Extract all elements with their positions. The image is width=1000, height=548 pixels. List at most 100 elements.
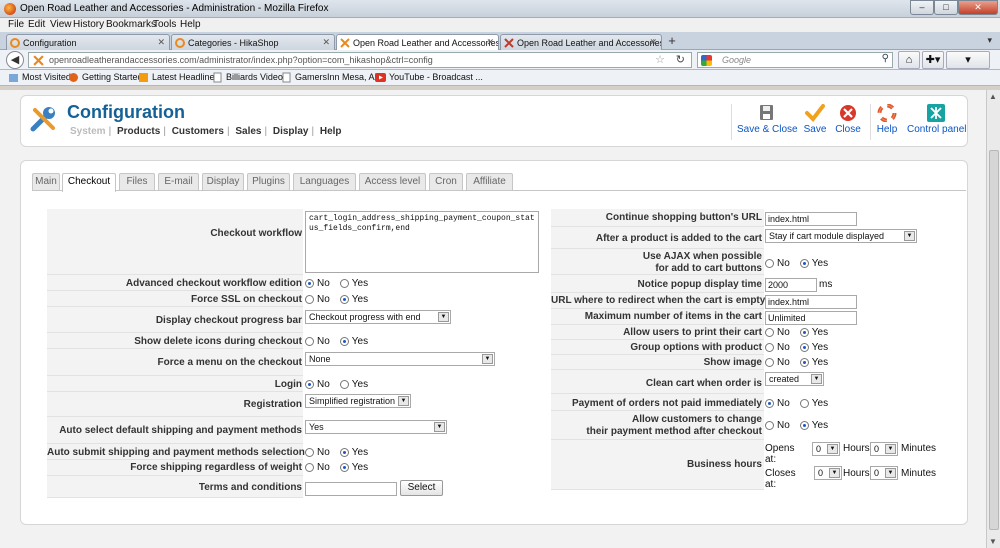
back-button[interactable]: ◀	[6, 51, 24, 69]
tab-files[interactable]: Files	[119, 173, 155, 190]
continue-url-input[interactable]: index.html	[765, 212, 857, 226]
menu-tools[interactable]: Tools	[153, 19, 176, 30]
bookmark-latest-headlines[interactable]: Latest Headlines	[138, 72, 219, 82]
force-ssl-yes[interactable]	[339, 295, 349, 304]
close-tab-icon[interactable]: ✕	[486, 37, 494, 48]
open-hour-select[interactable]: 0 ▼	[812, 442, 840, 456]
tab-cron[interactable]: Cron	[429, 173, 463, 190]
tab-checkout[interactable]: Checkout	[62, 173, 116, 192]
url-bar[interactable]: openroadleatherandaccessories.com/admini…	[28, 52, 692, 68]
force-ssl-no[interactable]	[305, 295, 314, 304]
terms-input[interactable]	[305, 482, 397, 496]
bookmark-youtube[interactable]: YouTube - Broadcast ...	[375, 72, 483, 82]
ajax-no[interactable]	[765, 259, 774, 268]
registration-select[interactable]: Simplified registration ▼	[305, 394, 411, 408]
menu-view[interactable]: View	[50, 19, 72, 30]
group-options-no[interactable]	[765, 343, 774, 352]
max-items-input[interactable]: Unlimited	[765, 311, 857, 325]
force-shipping-no[interactable]	[305, 463, 314, 472]
after-add-select[interactable]: Stay if cart module displayed ▼	[765, 229, 917, 243]
addon-button[interactable]: ▾	[946, 51, 990, 69]
auto-submit-yes[interactable]	[339, 448, 349, 457]
close-hour-select[interactable]: 0 ▼	[814, 466, 842, 480]
list-tabs-icon[interactable]: ▾	[987, 35, 992, 46]
select-terms-button[interactable]: Select	[400, 480, 443, 496]
close-button[interactable]: Close	[833, 104, 863, 135]
bookmark-billiards[interactable]: Billiards Videos	[212, 72, 287, 83]
browser-tab-categories[interactable]: Categories - HikaShop ✕	[171, 34, 335, 50]
search-input[interactable]: Google ⚲	[697, 52, 893, 68]
auto-submit-no[interactable]	[305, 448, 314, 457]
menu-help[interactable]: Help	[180, 19, 201, 30]
bookmark-star-icon[interactable]: ☆	[655, 53, 665, 66]
change-payment-no[interactable]	[765, 421, 774, 430]
payment-not-paid-yes[interactable]	[799, 399, 809, 408]
delete-icons-yes[interactable]	[339, 337, 349, 346]
open-minute-select[interactable]: 0 ▼	[870, 442, 898, 456]
scrollbar-thumb[interactable]	[989, 150, 999, 530]
advanced-workflow-yes[interactable]	[339, 279, 349, 288]
print-cart-yes[interactable]	[799, 328, 809, 337]
force-shipping-yes[interactable]	[339, 463, 349, 472]
close-window-button[interactable]: ✕	[958, 0, 998, 15]
submenu-products[interactable]: Products	[117, 126, 160, 137]
bookmark-getting-started[interactable]: Getting Started	[68, 72, 143, 82]
checkout-workflow-textarea[interactable]: cart_login_address_shipping_payment_coup…	[305, 211, 539, 273]
login-no[interactable]	[305, 380, 314, 389]
control-panel-button[interactable]: Control panel	[907, 104, 966, 135]
scroll-up-icon[interactable]: ▲	[989, 92, 997, 101]
tab-email[interactable]: E-mail	[158, 173, 199, 190]
advanced-workflow-no[interactable]	[305, 279, 314, 288]
tab-affiliate[interactable]: Affiliate	[466, 173, 513, 190]
home-icon[interactable]: ⌂	[898, 51, 920, 69]
tools-icon[interactable]: ✚▾	[922, 51, 944, 69]
ajax-yes[interactable]	[799, 259, 809, 268]
tab-access-level[interactable]: Access level	[359, 173, 426, 190]
minimize-button[interactable]: –	[910, 0, 934, 15]
maximize-button[interactable]: □	[934, 0, 958, 15]
save-close-button[interactable]: Save & Close	[737, 104, 798, 135]
submenu-help[interactable]: Help	[320, 126, 342, 137]
page-scrollbar[interactable]: ▲ ▼	[986, 90, 1000, 548]
tab-languages[interactable]: Languages	[293, 173, 356, 190]
browser-tab-admin[interactable]: Open Road Leather and Accessories -... ✕	[500, 34, 662, 50]
redirect-url-input[interactable]: index.html	[765, 295, 857, 309]
submenu-system[interactable]: System	[70, 126, 106, 137]
menu-bookmarks[interactable]: Bookmarks	[106, 19, 156, 30]
bookmark-most-visited[interactable]: Most Visited	[8, 72, 71, 82]
payment-not-paid-no[interactable]	[765, 399, 774, 408]
print-cart-no[interactable]	[765, 328, 774, 337]
delete-icons-no[interactable]	[305, 337, 314, 346]
browser-tab-configuration[interactable]: Configuration ✕	[6, 34, 170, 50]
force-menu-select[interactable]: None ▼	[305, 352, 495, 366]
login-yes[interactable]	[339, 380, 349, 389]
close-tab-icon[interactable]: ✕	[157, 37, 165, 48]
submenu-display[interactable]: Display	[273, 126, 309, 137]
reload-icon[interactable]: ↻	[676, 53, 685, 66]
save-button[interactable]: Save	[800, 104, 830, 135]
menu-history[interactable]: History	[73, 19, 104, 30]
clean-cart-select[interactable]: created ▼	[765, 372, 824, 386]
progress-bar-select[interactable]: Checkout progress with end ▼	[305, 310, 451, 324]
tab-display[interactable]: Display	[202, 173, 244, 190]
bookmark-gamersinn[interactable]: GamersInn Mesa, AZ -	[281, 72, 386, 83]
popup-time-input[interactable]: 2000	[765, 278, 817, 292]
submenu-customers[interactable]: Customers	[172, 126, 224, 137]
auto-select-select[interactable]: Yes ▼	[305, 420, 447, 434]
close-minute-select[interactable]: 0 ▼	[870, 466, 898, 480]
menu-file[interactable]: File	[8, 19, 24, 30]
tab-main[interactable]: Main	[32, 173, 60, 190]
search-icon[interactable]: ⚲	[882, 53, 889, 64]
submenu-sales[interactable]: Sales	[235, 126, 261, 137]
menu-edit[interactable]: Edit	[28, 19, 45, 30]
group-options-yes[interactable]	[799, 343, 809, 352]
change-payment-yes[interactable]	[799, 421, 809, 430]
close-tab-icon[interactable]: ✕	[649, 37, 657, 48]
show-image-yes[interactable]	[799, 358, 809, 367]
new-tab-button[interactable]: +	[664, 34, 680, 49]
scroll-down-icon[interactable]: ▼	[989, 537, 997, 546]
close-tab-icon[interactable]: ✕	[322, 37, 330, 48]
tab-plugins[interactable]: Plugins	[247, 173, 290, 190]
browser-tab-admin-active[interactable]: Open Road Leather and Accessories -... ✕	[336, 34, 499, 50]
help-button[interactable]: Help	[874, 104, 900, 135]
